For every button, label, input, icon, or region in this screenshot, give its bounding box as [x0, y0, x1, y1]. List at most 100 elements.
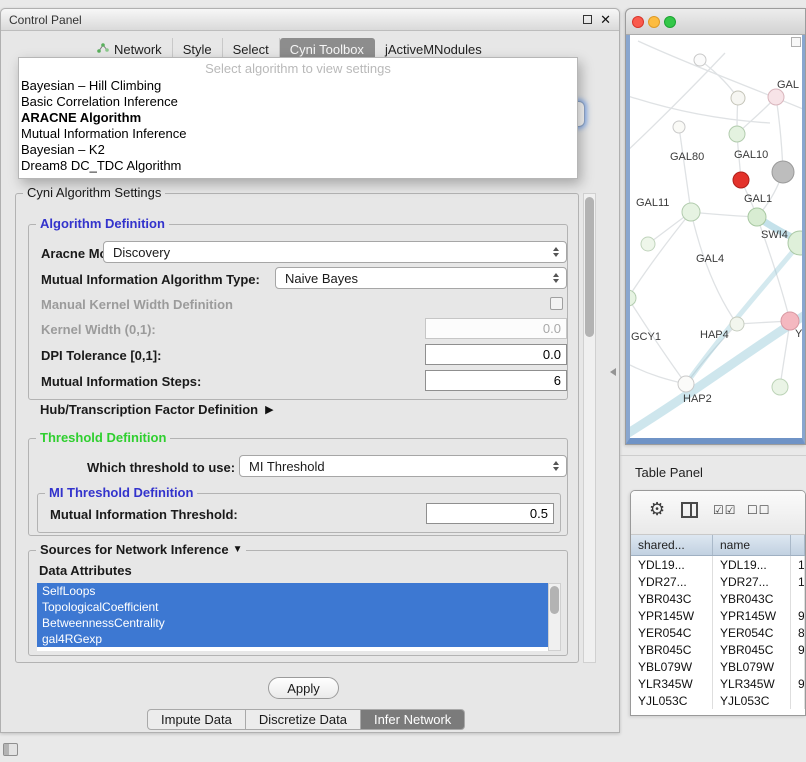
collapse-right-icon[interactable]: ▶ — [265, 403, 273, 416]
node-label-y[interactable]: Y — [795, 328, 802, 340]
tab-infer-network[interactable]: Infer Network — [361, 709, 465, 730]
window-title: Control Panel — [9, 13, 82, 27]
node-label-hap2[interactable]: HAP2 — [683, 393, 712, 405]
table-panel-title: Table Panel — [635, 465, 703, 480]
list-item[interactable]: BetweennessCentrality — [37, 615, 548, 631]
network-node[interactable] — [641, 237, 655, 251]
bottom-tabbar: Impute Data Discretize Data Infer Networ… — [147, 709, 465, 730]
dropdown-option[interactable]: Dream8 DC_TDC Algorithm — [19, 158, 577, 174]
dropdown-option[interactable]: Mutual Information Inference — [19, 126, 577, 142]
table-row[interactable]: YJL053C YJL053C — [631, 692, 805, 709]
aracne-mode-value: Discovery — [104, 245, 548, 260]
table-toolbar: ⚙ ☑☑ ☐☐ — [631, 491, 805, 535]
mi-threshold-definition-title: MI Threshold Definition — [45, 485, 197, 500]
control-panel-titlebar[interactable]: Control Panel ✕ — [1, 9, 619, 31]
node-label-gal1[interactable]: GAL1 — [744, 193, 772, 205]
network-node[interactable] — [772, 161, 794, 183]
node-label-gcy1[interactable]: GCY1 — [631, 331, 661, 343]
column-header[interactable]: shared... — [631, 535, 713, 555]
zoom-traffic-light-icon[interactable] — [664, 16, 676, 28]
hub-definition-toggle[interactable]: Hub/Transcription Factor Definition ▶ — [40, 402, 274, 417]
dropdown-option[interactable]: Bayesian – K2 — [19, 142, 577, 158]
attribute-list-scrollbar[interactable] — [548, 583, 561, 651]
column-header[interactable]: name — [713, 535, 791, 555]
network-node[interactable] — [694, 54, 706, 66]
table-row[interactable]: YER054C YER054C 8. — [631, 624, 805, 641]
combo-arrows-icon — [548, 461, 564, 471]
combo-arrows-icon — [548, 273, 564, 283]
manual-kernel-label: Manual Kernel Width Definition — [41, 297, 233, 312]
list-item[interactable]: gal4RGexp — [37, 631, 548, 647]
node-label-gal[interactable]: GAL — [777, 79, 799, 91]
network-canvas[interactable]: GAL GAL80 GAL10 GAL11 GAL1 SWI4 GAL4 GCY… — [626, 35, 805, 444]
mi-threshold-input[interactable] — [426, 503, 554, 524]
table-panel-window: ⚙ ☑☑ ☐☐ shared... name YDL19... YDL19...… — [630, 490, 806, 716]
network-node[interactable] — [678, 376, 694, 392]
list-item[interactable]: TopologicalCoefficient — [37, 599, 548, 615]
dropdown-option[interactable]: Bayesian – Hill Climbing — [19, 78, 577, 94]
network-node[interactable] — [730, 317, 744, 331]
mi-steps-label: Mutual Information Steps: — [41, 374, 201, 389]
network-node-selected[interactable] — [733, 172, 749, 188]
scrollbar-thumb[interactable] — [585, 197, 594, 337]
network-node[interactable] — [768, 89, 784, 105]
table-row[interactable]: YBL079W YBL079W — [631, 658, 805, 675]
node-label-gal4[interactable]: GAL4 — [696, 253, 724, 265]
network-node[interactable] — [772, 379, 788, 395]
list-item[interactable]: SelfLoops — [37, 583, 548, 599]
network-window-titlebar[interactable] — [626, 9, 805, 35]
column-header[interactable] — [791, 535, 805, 555]
minimize-traffic-light-icon[interactable] — [648, 16, 660, 28]
table-row[interactable]: YBR045C YBR045C 9. — [631, 641, 805, 658]
columns-icon[interactable] — [681, 502, 698, 518]
network-node[interactable] — [673, 121, 685, 133]
table-row[interactable]: YDL19... YDL19... 13 — [631, 556, 805, 573]
network-node[interactable] — [748, 208, 766, 226]
attribute-list[interactable]: SelfLoops TopologicalCoefficient Between… — [37, 583, 548, 651]
manual-kernel-checkbox[interactable] — [550, 297, 563, 310]
panel-corner-icon[interactable] — [3, 743, 18, 756]
aracne-mode-select[interactable]: Discovery — [103, 241, 567, 263]
expand-down-icon[interactable]: ▼ — [233, 544, 243, 555]
network-node[interactable] — [682, 203, 700, 221]
node-label-gal11[interactable]: GAL11 — [636, 197, 669, 209]
node-label-gal80[interactable]: GAL80 — [670, 151, 704, 163]
table-row[interactable]: YLR345W YLR345W 9. — [631, 675, 805, 692]
node-label-hap4[interactable]: HAP4 — [700, 329, 729, 341]
dpi-tolerance-input[interactable] — [425, 344, 567, 365]
tab-discretize-data[interactable]: Discretize Data — [246, 709, 361, 730]
select-all-columns-icon[interactable]: ☑☑ — [713, 503, 737, 517]
tab-impute-data[interactable]: Impute Data — [147, 709, 246, 730]
table-row[interactable]: YPR145W YPR145W 9. — [631, 607, 805, 624]
mi-type-select[interactable]: Naive Bayes — [275, 267, 567, 289]
gear-icon[interactable]: ⚙ — [649, 499, 665, 520]
sources-title[interactable]: Sources for Network Inference ▼ — [36, 542, 246, 557]
scrollbar-thumb[interactable] — [550, 586, 559, 614]
apply-button[interactable]: Apply — [268, 677, 339, 699]
close-traffic-light-icon[interactable] — [632, 16, 644, 28]
dpi-tolerance-label: DPI Tolerance [0,1]: — [41, 348, 161, 363]
mi-threshold-label: Mutual Information Threshold: — [50, 507, 238, 522]
kernel-width-input[interactable] — [425, 318, 567, 339]
close-window-icon[interactable]: ✕ — [600, 15, 611, 25]
network-thick-edges — [630, 217, 803, 435]
float-window-icon[interactable] — [583, 15, 592, 24]
deselect-all-columns-icon[interactable]: ☐☐ — [747, 503, 771, 517]
table-row[interactable]: YDR27... YDR27... 12 — [631, 573, 805, 590]
algorithm-definition-title: Algorithm Definition — [36, 216, 169, 231]
network-node[interactable] — [630, 290, 636, 306]
tab-label: Select — [233, 42, 269, 57]
mi-steps-input[interactable] — [425, 370, 567, 391]
settings-scrollbar[interactable] — [583, 193, 596, 663]
dropdown-option-highlighted[interactable]: ARACNE Algorithm — [19, 110, 577, 126]
network-node[interactable] — [729, 126, 745, 142]
node-label-gal10[interactable]: GAL10 — [734, 149, 768, 161]
which-threshold-select[interactable]: MI Threshold — [239, 455, 567, 477]
cyni-algorithm-settings-group: Cyni Algorithm Settings Algorithm Defini… — [15, 193, 579, 663]
canvas-corner-box[interactable] — [791, 37, 801, 47]
network-node[interactable] — [731, 91, 745, 105]
dropdown-option[interactable]: Basic Correlation Inference — [19, 94, 577, 110]
table-row[interactable]: YBR043C YBR043C — [631, 590, 805, 607]
node-label-swi4[interactable]: SWI4 — [761, 229, 788, 241]
splitter-handle-icon[interactable] — [610, 368, 616, 376]
